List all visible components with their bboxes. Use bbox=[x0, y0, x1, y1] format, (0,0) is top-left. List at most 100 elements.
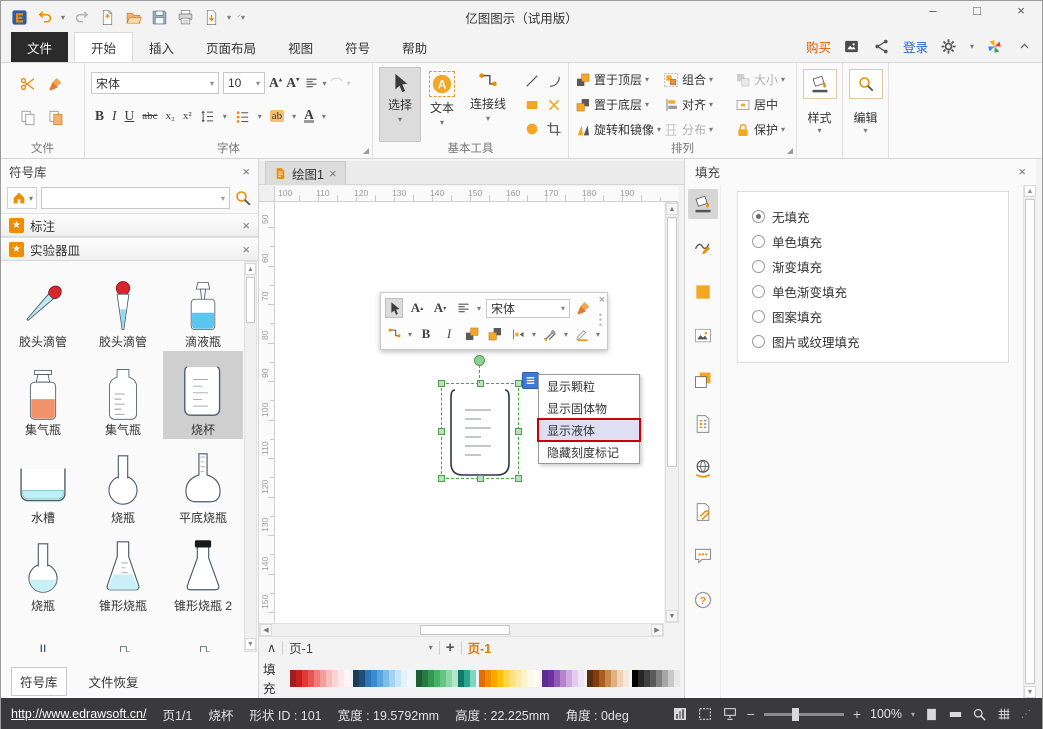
ft-italic-button[interactable]: I bbox=[440, 324, 458, 344]
canvas-horizontal-scrollbar[interactable]: ◀ ▶ bbox=[259, 623, 664, 637]
fill-option-无填充[interactable]: 无填充 bbox=[752, 204, 994, 229]
line-spacing-button[interactable] bbox=[200, 109, 215, 124]
page-selector-dropdown[interactable]: ▾ bbox=[429, 643, 433, 652]
radio-icon[interactable] bbox=[752, 235, 765, 248]
document-tab[interactable]: 绘图1 × bbox=[265, 161, 346, 185]
align-text-button[interactable] bbox=[304, 76, 319, 91]
library-search-icon[interactable] bbox=[234, 189, 252, 207]
zoom-level[interactable]: 100% bbox=[870, 707, 902, 721]
grid-toggle-icon[interactable] bbox=[996, 706, 1012, 722]
selection-mode-icon[interactable] bbox=[697, 706, 713, 722]
paste-button[interactable] bbox=[47, 109, 65, 127]
hyperlink-panel-icon[interactable] bbox=[688, 453, 718, 483]
export-button[interactable] bbox=[201, 7, 221, 27]
image-panel-icon[interactable] bbox=[688, 321, 718, 351]
symbol-thermometer[interactable] bbox=[83, 615, 163, 652]
arrange-组合-button[interactable]: 组合▾ bbox=[663, 71, 735, 88]
fit-width-icon[interactable] bbox=[948, 707, 963, 722]
new-document-button[interactable] bbox=[97, 7, 117, 27]
text-tool-button[interactable]: A 文本▾ bbox=[421, 67, 463, 142]
attachment-panel-icon[interactable] bbox=[688, 497, 718, 527]
symbol-锥形烧瓶 2[interactable]: 锥形烧瓶 2 bbox=[163, 527, 243, 615]
share-icon[interactable] bbox=[873, 38, 891, 56]
add-page-button[interactable]: + bbox=[446, 639, 455, 656]
color-swatch[interactable] bbox=[578, 670, 584, 687]
fill-panel-close-icon[interactable]: × bbox=[1018, 164, 1026, 179]
zoom-dropdown[interactable]: ▾ bbox=[911, 710, 915, 719]
handle-top-right[interactable] bbox=[515, 380, 522, 387]
symbol-滴液瓶[interactable]: 滴液瓶 bbox=[163, 263, 243, 351]
format-painter-button[interactable] bbox=[48, 76, 64, 92]
color-swatch[interactable] bbox=[623, 670, 629, 687]
arc-tool-button[interactable] bbox=[546, 73, 562, 89]
print-button[interactable] bbox=[175, 7, 195, 27]
symbol-thermometer-liquid[interactable] bbox=[163, 615, 243, 652]
edit-dropdown[interactable]: ▾ bbox=[849, 126, 882, 135]
handle-middle-right[interactable] bbox=[515, 428, 522, 435]
context-menu-item-隐藏刻度标记[interactable]: 隐藏刻度标记 bbox=[539, 441, 639, 463]
font-color-button[interactable]: A bbox=[304, 109, 314, 123]
radio-icon[interactable] bbox=[752, 310, 765, 323]
underline-button[interactable]: U bbox=[125, 108, 135, 124]
ft-tools-button[interactable] bbox=[541, 324, 559, 344]
handle-bottom-left[interactable] bbox=[438, 475, 445, 482]
symbol-胶头滴管[interactable]: 胶头滴管 bbox=[3, 263, 83, 351]
save-button[interactable] bbox=[149, 7, 169, 27]
font-size-select[interactable]: 10▾ bbox=[223, 72, 265, 94]
symbol-烧瓶[interactable]: 烧瓶 bbox=[83, 439, 163, 527]
superscript-button[interactable]: x² bbox=[183, 110, 192, 122]
zoom-in-button[interactable]: + bbox=[853, 706, 861, 722]
scroll-right-icon[interactable]: ▶ bbox=[651, 624, 663, 636]
scroll-up-icon[interactable]: ▲ bbox=[1024, 185, 1036, 197]
grow-font-button[interactable]: A▴ bbox=[269, 75, 282, 91]
settings-gear-icon[interactable] bbox=[940, 38, 958, 56]
connector-tool-button[interactable]: 连接线▾ bbox=[463, 67, 513, 142]
ft-format-painter-button[interactable] bbox=[575, 298, 593, 318]
symbol-锥形烧瓶[interactable]: 锥形烧瓶 bbox=[83, 527, 163, 615]
handle-top-left[interactable] bbox=[438, 380, 445, 387]
fill-option-图片或纹理填充[interactable]: 图片或纹理填充 bbox=[752, 329, 994, 354]
page-selector[interactable]: 页-1 bbox=[289, 638, 313, 657]
scroll-down-icon[interactable]: ▼ bbox=[666, 610, 678, 622]
style-button[interactable] bbox=[803, 69, 837, 99]
ft-grow-font-button[interactable]: A▴ bbox=[408, 298, 426, 318]
feedback-image-icon[interactable] bbox=[843, 38, 861, 56]
ft-align-button[interactable] bbox=[454, 298, 472, 318]
buy-button[interactable]: 购买 bbox=[806, 37, 831, 56]
customize-toolbar-button[interactable]: ⸍▾ bbox=[237, 12, 245, 23]
pan-zoom-icon[interactable] bbox=[672, 706, 688, 722]
zoom-out-button[interactable]: − bbox=[747, 706, 755, 722]
crop-tool-button[interactable] bbox=[546, 121, 562, 137]
canvas-vertical-scrollbar[interactable]: ▲ ▼ bbox=[665, 202, 679, 623]
ft-pen-button[interactable] bbox=[573, 324, 591, 344]
section-close-icon[interactable]: × bbox=[242, 242, 250, 257]
ft-bold-button[interactable]: B bbox=[417, 324, 435, 344]
edit-button[interactable] bbox=[849, 69, 883, 99]
context-menu-item-显示颗粒[interactable]: 显示颗粒 bbox=[539, 375, 639, 397]
fill-option-图案填充[interactable]: 图案填充 bbox=[752, 304, 994, 329]
line-style-panel-icon[interactable] bbox=[688, 233, 718, 263]
fit-page-icon[interactable] bbox=[924, 707, 939, 722]
fill-panel-icon[interactable] bbox=[688, 189, 718, 219]
cut-button[interactable] bbox=[19, 75, 37, 93]
shape-action-button[interactable] bbox=[522, 372, 539, 389]
scroll-up-icon[interactable]: ▲ bbox=[666, 203, 678, 215]
help-panel-icon[interactable]: ? bbox=[688, 585, 718, 615]
rotation-handle[interactable] bbox=[474, 355, 485, 366]
library-section-实验器皿[interactable]: ★实验器皿× bbox=[1, 237, 258, 261]
ft-font-select[interactable]: 宋体▾ bbox=[486, 299, 570, 318]
copy-button[interactable] bbox=[19, 109, 37, 127]
collapse-ribbon-icon[interactable] bbox=[1016, 38, 1034, 56]
color-swatch[interactable] bbox=[407, 670, 413, 687]
text-highlight-button[interactable]: ab bbox=[270, 110, 284, 122]
style-dropdown[interactable]: ▾ bbox=[803, 126, 836, 135]
shrink-font-button[interactable]: A▾ bbox=[286, 75, 299, 91]
export-dropdown[interactable]: ▾ bbox=[227, 13, 231, 22]
context-menu-item-显示固体物[interactable]: 显示固体物 bbox=[539, 397, 639, 419]
scroll-left-icon[interactable]: ◀ bbox=[260, 624, 272, 636]
line-tool-button[interactable] bbox=[524, 73, 540, 89]
color-swatch[interactable] bbox=[674, 670, 680, 687]
arrange-居中-button[interactable]: 居中 bbox=[735, 96, 797, 113]
symbol-y-tube[interactable] bbox=[3, 615, 83, 652]
minimize-button[interactable]: – bbox=[922, 3, 944, 18]
